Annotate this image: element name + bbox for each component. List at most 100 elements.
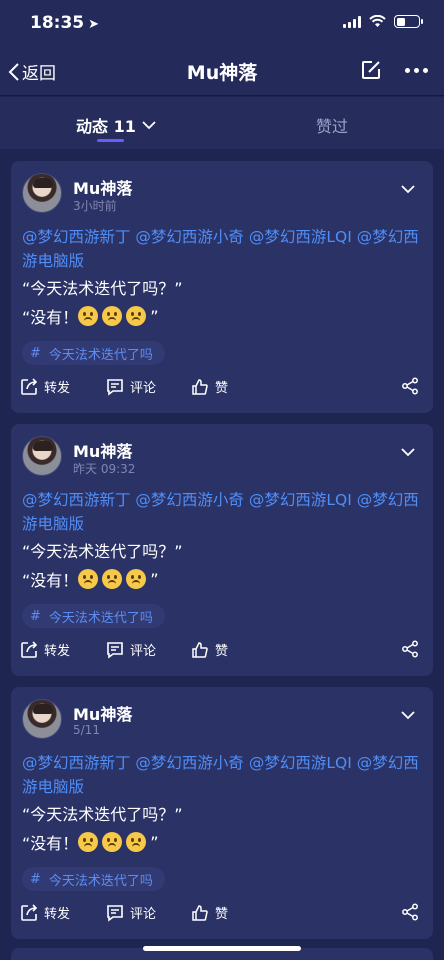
share-icon bbox=[402, 640, 418, 658]
hashtag-icon: # bbox=[30, 871, 41, 887]
post-text-line: “没有！ ” bbox=[22, 304, 159, 328]
thumbs-up-icon bbox=[192, 641, 208, 658]
like-button[interactable]: 赞 bbox=[191, 903, 228, 922]
status-time-text: 18:35 bbox=[30, 13, 85, 33]
nav-bar: 返回 Mu神落 bbox=[0, 46, 444, 96]
post-actions: 转发 评论 赞 bbox=[11, 377, 433, 401]
repost-button[interactable]: 转发 bbox=[20, 640, 70, 659]
like-label: 赞 bbox=[215, 644, 229, 659]
like-button[interactable]: 赞 bbox=[191, 377, 228, 396]
topic-tag[interactable]: # 今天法术迭代了吗 bbox=[22, 341, 165, 365]
share-button[interactable] bbox=[401, 640, 419, 658]
repost-icon bbox=[21, 640, 38, 658]
post-time: 3小时前 bbox=[73, 199, 117, 213]
post-card: Mu神落 5/11 @梦幻西游新丁 @梦幻西游小奇 @梦幻西游LQI @梦幻西游… bbox=[11, 687, 433, 939]
topic-label: 今天法术迭代了吗 bbox=[48, 347, 153, 363]
post-mentions[interactable]: @梦幻西游新丁 @梦幻西游小奇 @梦幻西游LQI @梦幻西游电脑版 bbox=[22, 751, 422, 799]
post-time: 5/11 bbox=[73, 723, 100, 737]
upside-down-face-emoji-icon bbox=[126, 832, 147, 852]
post-text-line: “今天法术迭代了吗？” bbox=[22, 542, 183, 561]
like-button[interactable]: 赞 bbox=[191, 640, 228, 659]
post-mentions[interactable]: @梦幻西游新丁 @梦幻西游小奇 @梦幻西游LQI @梦幻西游电脑版 bbox=[22, 488, 422, 536]
home-indicator[interactable] bbox=[143, 946, 301, 951]
cellular-signal-icon bbox=[343, 15, 361, 28]
post-text-line: “今天法术迭代了吗？” bbox=[22, 805, 183, 824]
comment-button[interactable]: 评论 bbox=[106, 377, 156, 396]
post-actions: 转发 评论 赞 bbox=[11, 903, 433, 927]
repost-label: 转发 bbox=[44, 381, 71, 396]
upside-down-face-emoji-icon bbox=[126, 569, 147, 589]
comment-label: 评论 bbox=[130, 381, 157, 396]
avatar[interactable] bbox=[22, 173, 62, 213]
thumbs-up-icon bbox=[192, 378, 208, 395]
share-button[interactable] bbox=[401, 903, 419, 921]
wifi-icon bbox=[369, 15, 386, 27]
post-username[interactable]: Mu神落 bbox=[73, 175, 132, 199]
edit-button[interactable] bbox=[360, 59, 382, 85]
topic-label: 今天法术迭代了吗 bbox=[48, 610, 153, 626]
active-tab-indicator bbox=[97, 139, 124, 142]
tab-posts[interactable]: 动态 11 bbox=[76, 113, 156, 137]
upside-down-face-emoji-icon bbox=[102, 306, 123, 326]
hashtag-icon: # bbox=[30, 608, 41, 624]
repost-icon bbox=[21, 377, 38, 395]
upside-down-face-emoji-icon bbox=[78, 569, 99, 589]
post-username[interactable]: Mu神落 bbox=[73, 438, 132, 462]
upside-down-face-emoji-icon bbox=[102, 832, 123, 852]
tab-posts-label: 动态 11 bbox=[76, 117, 136, 136]
post-text-line: “没有！ ” bbox=[22, 567, 159, 591]
post-time: 昨天 09:32 bbox=[73, 462, 136, 476]
status-bar: 18:35 ➤ bbox=[0, 0, 444, 46]
share-icon bbox=[402, 377, 418, 395]
share-button[interactable] bbox=[401, 377, 419, 395]
tab-liked[interactable]: 赞过 bbox=[316, 113, 348, 137]
avatar[interactable] bbox=[22, 436, 62, 476]
tab-bar: 动态 11 赞过 bbox=[0, 97, 444, 149]
dot-icon bbox=[423, 68, 428, 73]
location-arrow-icon: ➤ bbox=[88, 17, 100, 32]
repost-icon bbox=[21, 903, 38, 921]
post-text-segment: “没有！ bbox=[22, 834, 79, 853]
chevron-down-icon[interactable] bbox=[401, 185, 415, 194]
chevron-down-icon[interactable] bbox=[401, 448, 415, 457]
hashtag-icon: # bbox=[30, 345, 41, 361]
comment-button[interactable]: 评论 bbox=[106, 903, 156, 922]
like-label: 赞 bbox=[215, 907, 229, 922]
chevron-down-icon bbox=[142, 120, 156, 129]
thumbs-up-icon bbox=[192, 904, 208, 921]
repost-label: 转发 bbox=[44, 644, 71, 659]
post-actions: 转发 评论 赞 bbox=[11, 640, 433, 664]
comment-label: 评论 bbox=[130, 644, 157, 659]
post-text-segment: ” bbox=[150, 306, 159, 326]
upside-down-face-emoji-icon bbox=[78, 306, 99, 326]
post-mentions[interactable]: @梦幻西游新丁 @梦幻西游小奇 @梦幻西游LQI @梦幻西游电脑版 bbox=[22, 225, 422, 273]
like-label: 赞 bbox=[215, 381, 229, 396]
upside-down-face-emoji-icon bbox=[78, 832, 99, 852]
post-username[interactable]: Mu神落 bbox=[73, 701, 132, 725]
comment-icon bbox=[107, 641, 123, 659]
repost-button[interactable]: 转发 bbox=[20, 903, 70, 922]
edit-icon bbox=[362, 61, 380, 79]
comment-label: 评论 bbox=[130, 907, 157, 922]
topic-tag[interactable]: # 今天法术迭代了吗 bbox=[22, 867, 165, 891]
post-text-segment: “没有！ bbox=[22, 308, 79, 327]
post-text-segment: ” bbox=[150, 569, 159, 589]
topic-label: 今天法术迭代了吗 bbox=[48, 873, 153, 889]
chevron-down-icon[interactable] bbox=[401, 711, 415, 720]
repost-button[interactable]: 转发 bbox=[20, 377, 70, 396]
status-icons bbox=[343, 15, 423, 28]
post-text-line: “没有！ ” bbox=[22, 830, 159, 854]
upside-down-face-emoji-icon bbox=[126, 306, 147, 326]
post-card: Mu神落 3小时前 @梦幻西游新丁 @梦幻西游小奇 @梦幻西游LQI @梦幻西游… bbox=[11, 161, 433, 413]
comment-icon bbox=[107, 904, 123, 922]
topic-tag[interactable]: # 今天法术迭代了吗 bbox=[22, 604, 165, 628]
dot-icon bbox=[405, 68, 410, 73]
more-options-button[interactable] bbox=[405, 68, 428, 73]
post-text-segment: “没有！ bbox=[22, 571, 79, 590]
status-time: 18:35 ➤ bbox=[30, 13, 99, 33]
comment-button[interactable]: 评论 bbox=[106, 640, 156, 659]
repost-label: 转发 bbox=[44, 907, 71, 922]
avatar[interactable] bbox=[22, 699, 62, 739]
post-text-line: “今天法术迭代了吗？” bbox=[22, 279, 183, 298]
post-card: Mu神落 昨天 09:32 @梦幻西游新丁 @梦幻西游小奇 @梦幻西游LQI @… bbox=[11, 424, 433, 676]
